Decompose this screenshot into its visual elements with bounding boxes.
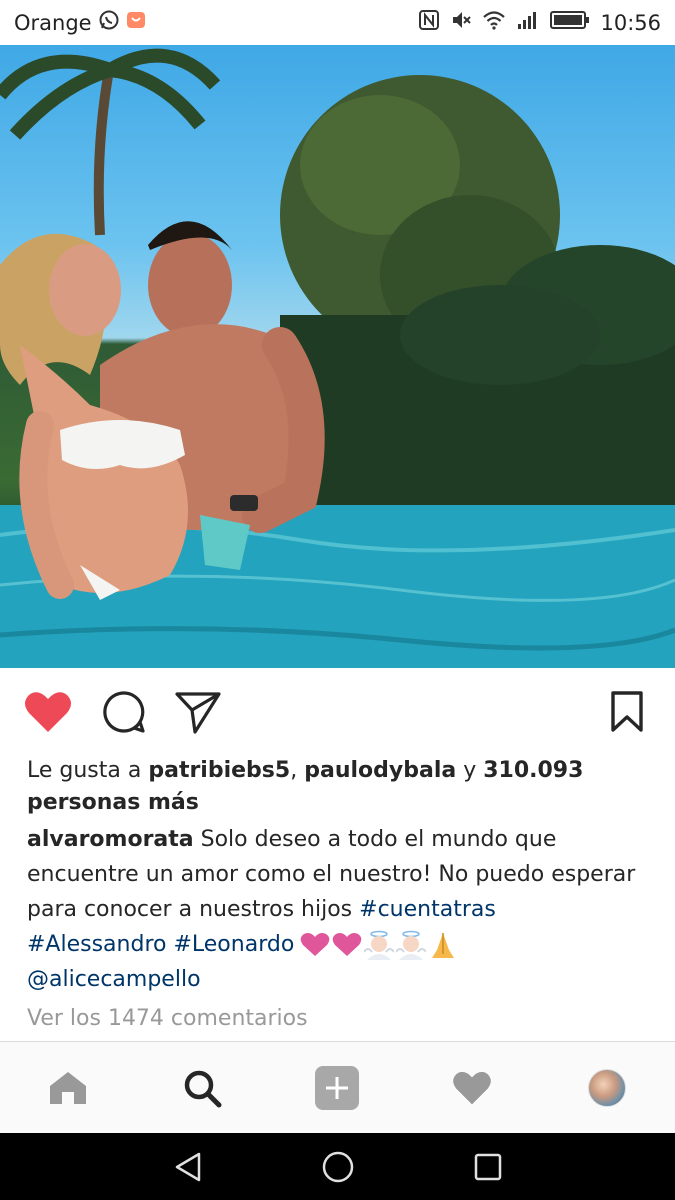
bottom-navigation <box>0 1041 675 1134</box>
status-icons: 10:56 <box>418 9 661 36</box>
photo-illustration <box>0 48 675 668</box>
comment-icon <box>103 691 145 733</box>
search-icon <box>184 1070 222 1108</box>
back-icon <box>175 1152 201 1182</box>
system-recents-button[interactable] <box>470 1149 506 1185</box>
nav-activity[interactable] <box>448 1064 496 1112</box>
mention[interactable]: @alicecampello <box>27 967 201 992</box>
signal-icon <box>516 10 540 35</box>
whatsapp-icon <box>98 9 120 36</box>
baby-angel-icon <box>364 930 395 960</box>
home-circle-icon <box>322 1151 354 1183</box>
battery-icon <box>550 10 590 35</box>
post-photo[interactable] <box>0 45 675 668</box>
nav-profile[interactable] <box>583 1064 631 1112</box>
save-button[interactable] <box>603 688 651 736</box>
clock: 10:56 <box>600 10 661 35</box>
comment-button[interactable] <box>100 688 148 736</box>
status-bar: Orange 10:56 <box>0 0 675 45</box>
notification-icon <box>126 10 146 35</box>
add-icon <box>315 1066 359 1110</box>
likes-count[interactable]: 310.093 <box>483 758 583 783</box>
post-caption: alvaromorata Solo deseo a todo el mundo … <box>27 822 637 997</box>
hashtag[interactable]: #Leonardo <box>173 932 294 957</box>
mute-icon <box>450 9 472 36</box>
bookmark-icon <box>611 691 643 732</box>
profile-avatar <box>588 1069 626 1107</box>
nav-add[interactable] <box>313 1064 361 1112</box>
view-comments-link[interactable]: Ver los 1474 comentarios <box>27 1006 308 1031</box>
baby-angel-icon <box>396 930 427 960</box>
caption-emojis <box>300 930 458 960</box>
post-actions <box>0 668 675 756</box>
likes-prefix: Le gusta a <box>27 758 149 783</box>
likes-summary[interactable]: Le gusta a patribiebs5, paulodybala y 31… <box>27 755 647 819</box>
likes-conjunction: y <box>456 758 484 783</box>
nav-home[interactable] <box>44 1064 92 1112</box>
like-button[interactable] <box>24 688 72 736</box>
hashtag[interactable]: #Alessandro <box>27 932 166 957</box>
heart-icon <box>453 1071 491 1105</box>
system-home-button[interactable] <box>320 1149 356 1185</box>
nav-search[interactable] <box>178 1064 226 1112</box>
caption-username[interactable]: alvaromorata <box>27 827 194 852</box>
home-icon <box>50 1072 86 1104</box>
carrier-name: Orange <box>14 10 92 35</box>
heart-filled-icon <box>25 692 71 732</box>
share-icon <box>175 692 221 734</box>
liker-username[interactable]: patribiebs5 <box>148 758 290 783</box>
liker-username[interactable]: paulodybala <box>304 758 456 783</box>
carrier-group: Orange <box>14 9 146 36</box>
system-navigation-bar <box>0 1133 675 1200</box>
likes-separator: , <box>290 758 305 783</box>
system-back-button[interactable] <box>170 1149 206 1185</box>
share-button[interactable] <box>174 688 222 736</box>
hashtag[interactable]: #cuentatras <box>359 897 496 922</box>
nfc-icon <box>418 9 440 36</box>
likes-suffix[interactable]: personas más <box>27 790 199 815</box>
folded-hands-icon <box>432 933 455 958</box>
wifi-icon <box>482 10 506 35</box>
pink-heart-icon <box>333 933 362 956</box>
pink-heart-icon <box>301 933 330 956</box>
recents-icon <box>474 1153 502 1181</box>
